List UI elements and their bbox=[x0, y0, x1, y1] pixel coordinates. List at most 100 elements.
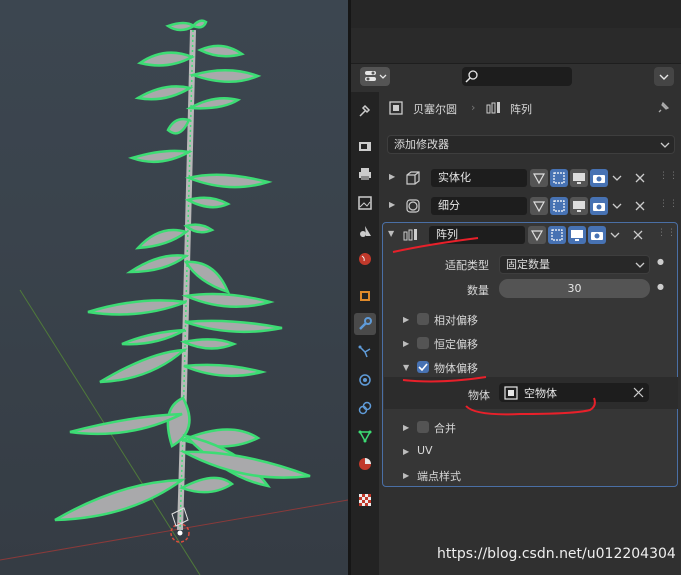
modifier-solidify[interactable]: ▶ 实体化 ⋮⋮⋮ bbox=[383, 167, 681, 189]
collapse-arrow-icon[interactable]: ▼ bbox=[388, 229, 394, 238]
drag-handle-icon[interactable]: ⋮⋮⋮ bbox=[659, 171, 681, 181]
drag-handle-icon[interactable]: ⋮⋮⋮ bbox=[659, 199, 681, 209]
options-dropdown[interactable] bbox=[654, 67, 674, 86]
edit-cage-toggle[interactable] bbox=[528, 226, 546, 244]
merge-checkbox[interactable] bbox=[417, 421, 429, 433]
viewport-toggle[interactable] bbox=[568, 226, 586, 244]
edit-cage-toggle[interactable] bbox=[530, 197, 548, 215]
relative-offset-row[interactable]: ▶ 相对偏移 bbox=[403, 312, 673, 330]
tab-data[interactable] bbox=[354, 425, 376, 447]
edit-mode-icon bbox=[553, 200, 565, 212]
keyframe-dot-icon[interactable]: ● bbox=[657, 257, 664, 266]
checker-icon bbox=[359, 494, 371, 506]
monitor-icon bbox=[571, 230, 583, 241]
merge-row[interactable]: ▶ 合并 bbox=[403, 420, 673, 438]
constant-offset-label: 恒定偏移 bbox=[434, 338, 478, 351]
modifier-name-field[interactable]: 细分 bbox=[431, 197, 527, 215]
tab-constraints[interactable] bbox=[354, 397, 376, 419]
mesh-data-icon bbox=[358, 430, 372, 443]
fit-type-label: 适配类型 bbox=[445, 259, 489, 272]
search-input[interactable] bbox=[462, 67, 572, 86]
tab-scene[interactable] bbox=[354, 220, 376, 242]
subdivision-icon bbox=[406, 199, 420, 213]
caps-row[interactable]: ▶ 端点样式 bbox=[403, 468, 673, 486]
search-icon bbox=[465, 70, 478, 83]
uv-row[interactable]: ▶ UV bbox=[403, 444, 673, 462]
array-modifier-icon bbox=[403, 229, 417, 241]
expand-arrow-icon[interactable]: ▶ bbox=[403, 471, 409, 480]
tab-world[interactable] bbox=[354, 248, 376, 270]
object-offset-checkbox[interactable] bbox=[417, 361, 429, 373]
modifier-name-field[interactable]: 阵列 bbox=[429, 226, 525, 244]
expand-arrow-icon[interactable]: ▶ bbox=[403, 423, 409, 432]
render-toggle[interactable] bbox=[588, 226, 606, 244]
close-icon bbox=[635, 201, 645, 211]
object-offset-subpanel: 物体 空物体 bbox=[384, 377, 678, 409]
expand-arrow-icon[interactable]: ▶ bbox=[403, 339, 409, 348]
3d-viewport[interactable] bbox=[0, 0, 348, 575]
viewport-toggle[interactable] bbox=[570, 169, 588, 187]
tab-tool[interactable] bbox=[354, 100, 376, 122]
tab-object[interactable] bbox=[354, 285, 376, 307]
collapse-arrow-icon[interactable]: ▼ bbox=[403, 363, 409, 372]
tab-material[interactable] bbox=[354, 453, 376, 475]
array-modifier-icon bbox=[486, 102, 500, 114]
tab-output[interactable] bbox=[354, 163, 376, 185]
vertex-triangle-icon bbox=[530, 230, 544, 242]
modifier-subdivision[interactable]: ▶ 细分 ⋮⋮⋮ bbox=[383, 195, 681, 217]
expand-arrow-icon[interactable]: ▶ bbox=[389, 172, 395, 181]
render-icon bbox=[359, 142, 371, 151]
vertex-triangle-icon bbox=[532, 173, 546, 185]
pin-icon bbox=[658, 101, 670, 113]
plant-scene bbox=[0, 19, 348, 575]
tab-render[interactable] bbox=[354, 135, 376, 157]
camera-icon bbox=[593, 203, 605, 211]
wrench-icon bbox=[359, 317, 372, 330]
world-icon bbox=[359, 253, 371, 265]
expand-arrow-icon[interactable]: ▶ bbox=[389, 200, 395, 209]
chevron-down-icon bbox=[660, 142, 670, 148]
expand-arrow-icon[interactable]: ▶ bbox=[403, 447, 409, 456]
render-toggle[interactable] bbox=[590, 169, 608, 187]
modifier-array-header[interactable]: ▼ 阵列 ⋮⋮⋮ bbox=[383, 224, 681, 246]
outliner-footer bbox=[351, 0, 681, 28]
close-icon bbox=[633, 230, 643, 240]
constant-offset-checkbox[interactable] bbox=[417, 337, 429, 349]
edit-mode-icon bbox=[553, 172, 565, 184]
relative-offset-label: 相对偏移 bbox=[434, 314, 478, 327]
tab-modifiers[interactable] bbox=[354, 313, 376, 335]
array-modifier-panel: ▼ 阵列 ⋮⋮⋮ 适配类型 固定数量 ● 数量 bbox=[382, 222, 681, 487]
edit-mode-toggle[interactable] bbox=[550, 169, 568, 187]
breadcrumb: 贝塞尔圆 › 阵列 bbox=[379, 92, 681, 124]
printer-icon bbox=[359, 168, 371, 180]
add-modifier-dropdown[interactable]: 添加修改器 bbox=[387, 135, 675, 154]
tab-texture[interactable] bbox=[354, 489, 376, 511]
count-field[interactable]: 30 bbox=[499, 279, 650, 298]
drag-handle-icon[interactable]: ⋮⋮⋮ bbox=[657, 228, 681, 238]
constraints-icon bbox=[358, 401, 372, 415]
viewport-toggle[interactable] bbox=[570, 197, 588, 215]
edit-cage-toggle[interactable] bbox=[530, 169, 548, 187]
editor-type-button[interactable] bbox=[360, 67, 390, 86]
object-offset-row[interactable]: ▼ 物体偏移 bbox=[403, 360, 673, 378]
edit-mode-icon bbox=[551, 229, 563, 241]
camera-icon bbox=[591, 232, 603, 240]
tab-particles[interactable] bbox=[354, 341, 376, 363]
fit-type-dropdown[interactable]: 固定数量 bbox=[499, 255, 650, 274]
relative-offset-checkbox[interactable] bbox=[417, 313, 429, 325]
constant-offset-row[interactable]: ▶ 恒定偏移 bbox=[403, 336, 673, 354]
edit-mode-toggle[interactable] bbox=[548, 226, 566, 244]
tab-physics[interactable] bbox=[354, 369, 376, 391]
object-field[interactable]: 空物体 bbox=[499, 383, 649, 402]
solidify-icon bbox=[406, 171, 420, 185]
keyframe-dot-icon[interactable]: ● bbox=[657, 282, 664, 291]
object-field-value: 空物体 bbox=[524, 387, 557, 400]
tab-view-layer[interactable] bbox=[354, 192, 376, 214]
render-toggle[interactable] bbox=[590, 197, 608, 215]
origin-dot bbox=[177, 530, 183, 536]
watermark: https://blog.csdn.net/u012204304 bbox=[437, 546, 676, 562]
edit-mode-toggle[interactable] bbox=[550, 197, 568, 215]
chevron-down-icon bbox=[610, 232, 620, 238]
modifier-name-field[interactable]: 实体化 bbox=[431, 169, 527, 187]
expand-arrow-icon[interactable]: ▶ bbox=[403, 315, 409, 324]
